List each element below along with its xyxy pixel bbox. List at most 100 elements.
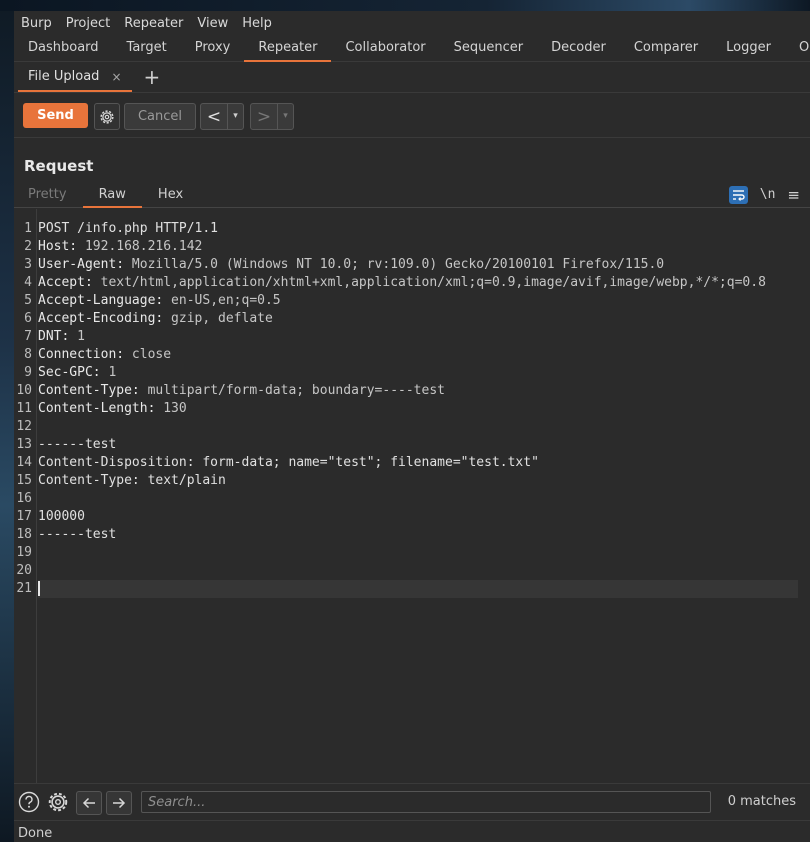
repeater-tab-file-upload[interactable]: File Upload ×: [14, 62, 132, 92]
search-settings-button[interactable]: [47, 791, 69, 813]
menu-help[interactable]: Help: [235, 16, 279, 31]
line-number: 21: [16, 581, 32, 596]
search-bar: Search... 0 matches: [14, 783, 810, 820]
tab-dashboard[interactable]: Dashboard: [14, 35, 113, 61]
search-input[interactable]: Search...: [141, 791, 711, 813]
editor-line[interactable]: 4 Accept: text/html,application/xhtml+xml…: [14, 274, 810, 292]
line-content: 100000: [38, 508, 798, 526]
add-tab-icon[interactable]: +: [144, 62, 161, 92]
editor-line[interactable]: 17 100000: [14, 508, 810, 526]
cancel-button[interactable]: Cancel: [124, 103, 196, 130]
gear-icon: [48, 792, 68, 812]
repeater-tab-label: File Upload: [28, 69, 100, 84]
next-match-button[interactable]: [106, 791, 132, 815]
line-number: 19: [16, 545, 32, 560]
header-name: Content-Type:: [38, 383, 140, 398]
close-icon[interactable]: ×: [111, 62, 121, 92]
editor-line[interactable]: 1 POST /info.php HTTP/1.1: [14, 220, 810, 238]
burp-window: Burp Project Repeater View Help Dashboar…: [14, 11, 810, 842]
newline-toggle[interactable]: \n: [760, 187, 776, 202]
tab-comparer[interactable]: Comparer: [620, 35, 712, 61]
settings-button[interactable]: [94, 103, 120, 130]
editor-line[interactable]: 8 Connection: close: [14, 346, 810, 364]
menu-bar: Burp Project Repeater View Help: [14, 11, 810, 35]
line-content: Accept: text/html,application/xhtml+xml,…: [38, 274, 798, 292]
line-number: 11: [16, 401, 32, 416]
tab-logger[interactable]: Logger: [712, 35, 785, 61]
editor-line[interactable]: 9 Sec-GPC: 1: [14, 364, 810, 382]
previous-match-button[interactable]: [76, 791, 102, 815]
line-number: 7: [24, 329, 32, 344]
header-value: en-US,en;q=0.5: [163, 293, 281, 308]
header-name: Accept-Encoding:: [38, 311, 164, 326]
tab-repeater[interactable]: Repeater: [244, 35, 332, 62]
line-number: 8: [24, 347, 32, 362]
line-content: POST /info.php HTTP/1.1: [38, 220, 798, 238]
line-number: 20: [16, 563, 32, 578]
line-content: DNT: 1: [38, 328, 798, 346]
back-history-dropdown[interactable]: ▾: [227, 104, 243, 129]
forward-button[interactable]: > ▾: [250, 103, 294, 130]
line-number: 3: [24, 257, 32, 272]
editor-line[interactable]: 19: [14, 544, 810, 562]
line-content: [38, 562, 798, 580]
back-button[interactable]: < ▾: [200, 103, 244, 130]
line-number: 4: [24, 275, 32, 290]
tab-pretty[interactable]: Pretty: [14, 182, 83, 207]
editor-line[interactable]: 6 Accept-Encoding: gzip, deflate: [14, 310, 810, 328]
tab-overflow[interactable]: O: [785, 35, 810, 61]
header-value: 1: [69, 329, 85, 344]
request-toolbar: Send Cancel < ▾ > ▾: [14, 93, 810, 138]
line-number: 1: [24, 221, 32, 236]
header-name: Host:: [38, 239, 78, 254]
tab-decoder[interactable]: Decoder: [537, 35, 620, 61]
menu-view[interactable]: View: [190, 16, 235, 31]
line-content: Content-Disposition: form-data; name="te…: [38, 454, 798, 472]
tab-collaborator[interactable]: Collaborator: [331, 35, 439, 61]
editor-line[interactable]: 18 ------test: [14, 526, 810, 544]
line-text: 100000: [38, 509, 85, 524]
editor-line[interactable]: 7 DNT: 1: [14, 328, 810, 346]
header-value: text/html,application/xhtml+xml,applicat…: [92, 275, 766, 290]
line-number: 12: [16, 419, 32, 434]
header-value: 130: [155, 401, 187, 416]
tab-target[interactable]: Target: [113, 35, 181, 61]
menu-project[interactable]: Project: [59, 16, 117, 31]
editor-line[interactable]: 21: [14, 580, 810, 598]
editor-line[interactable]: 12: [14, 418, 810, 436]
tab-raw[interactable]: Raw: [82, 182, 143, 208]
forward-history-dropdown[interactable]: ▾: [277, 104, 293, 129]
editor-line[interactable]: 3 User-Agent: Mozilla/5.0 (Windows NT 10.…: [14, 256, 810, 274]
menu-repeater[interactable]: Repeater: [117, 16, 190, 31]
tab-sequencer[interactable]: Sequencer: [440, 35, 537, 61]
request-editor[interactable]: 1 POST /info.php HTTP/1.1 2 Host: 192.168.2…: [14, 209, 810, 783]
editor-line[interactable]: 14 Content-Disposition: form-data; name="…: [14, 454, 810, 472]
editor-line[interactable]: 20: [14, 562, 810, 580]
arrow-right-icon: [113, 797, 126, 809]
line-text: POST /info.php HTTP/1.1: [38, 221, 219, 236]
line-number: 18: [16, 527, 32, 542]
help-button[interactable]: [18, 791, 40, 813]
menu-icon[interactable]: ≡: [787, 186, 800, 204]
line-number: 5: [24, 293, 32, 308]
status-text: Done: [18, 826, 53, 841]
editor-line[interactable]: 16: [14, 490, 810, 508]
line-content: Sec-GPC: 1: [38, 364, 798, 382]
wrap-icon: [732, 189, 745, 201]
line-content: Connection: close: [38, 346, 798, 364]
tab-proxy[interactable]: Proxy: [181, 35, 245, 61]
menu-burp[interactable]: Burp: [14, 16, 59, 31]
arrow-left-icon: [82, 797, 95, 809]
view-options: \n ≡: [728, 182, 800, 207]
editor-line[interactable]: 13 ------test: [14, 436, 810, 454]
editor-line[interactable]: 10 Content-Type: multipart/form-data; bou…: [14, 382, 810, 400]
editor-line[interactable]: 11 Content-Length: 130: [14, 400, 810, 418]
editor-line[interactable]: 5 Accept-Language: en-US,en;q=0.5: [14, 292, 810, 310]
tab-hex[interactable]: Hex: [142, 182, 199, 207]
header-value: multipart/form-data; boundary=----test: [139, 383, 445, 398]
word-wrap-toggle[interactable]: [728, 185, 748, 204]
line-number: 14: [16, 455, 32, 470]
editor-line[interactable]: 2 Host: 192.168.216.142: [14, 238, 810, 256]
editor-line[interactable]: 15 Content-Type: text/plain: [14, 472, 810, 490]
send-button[interactable]: Send: [23, 103, 88, 128]
